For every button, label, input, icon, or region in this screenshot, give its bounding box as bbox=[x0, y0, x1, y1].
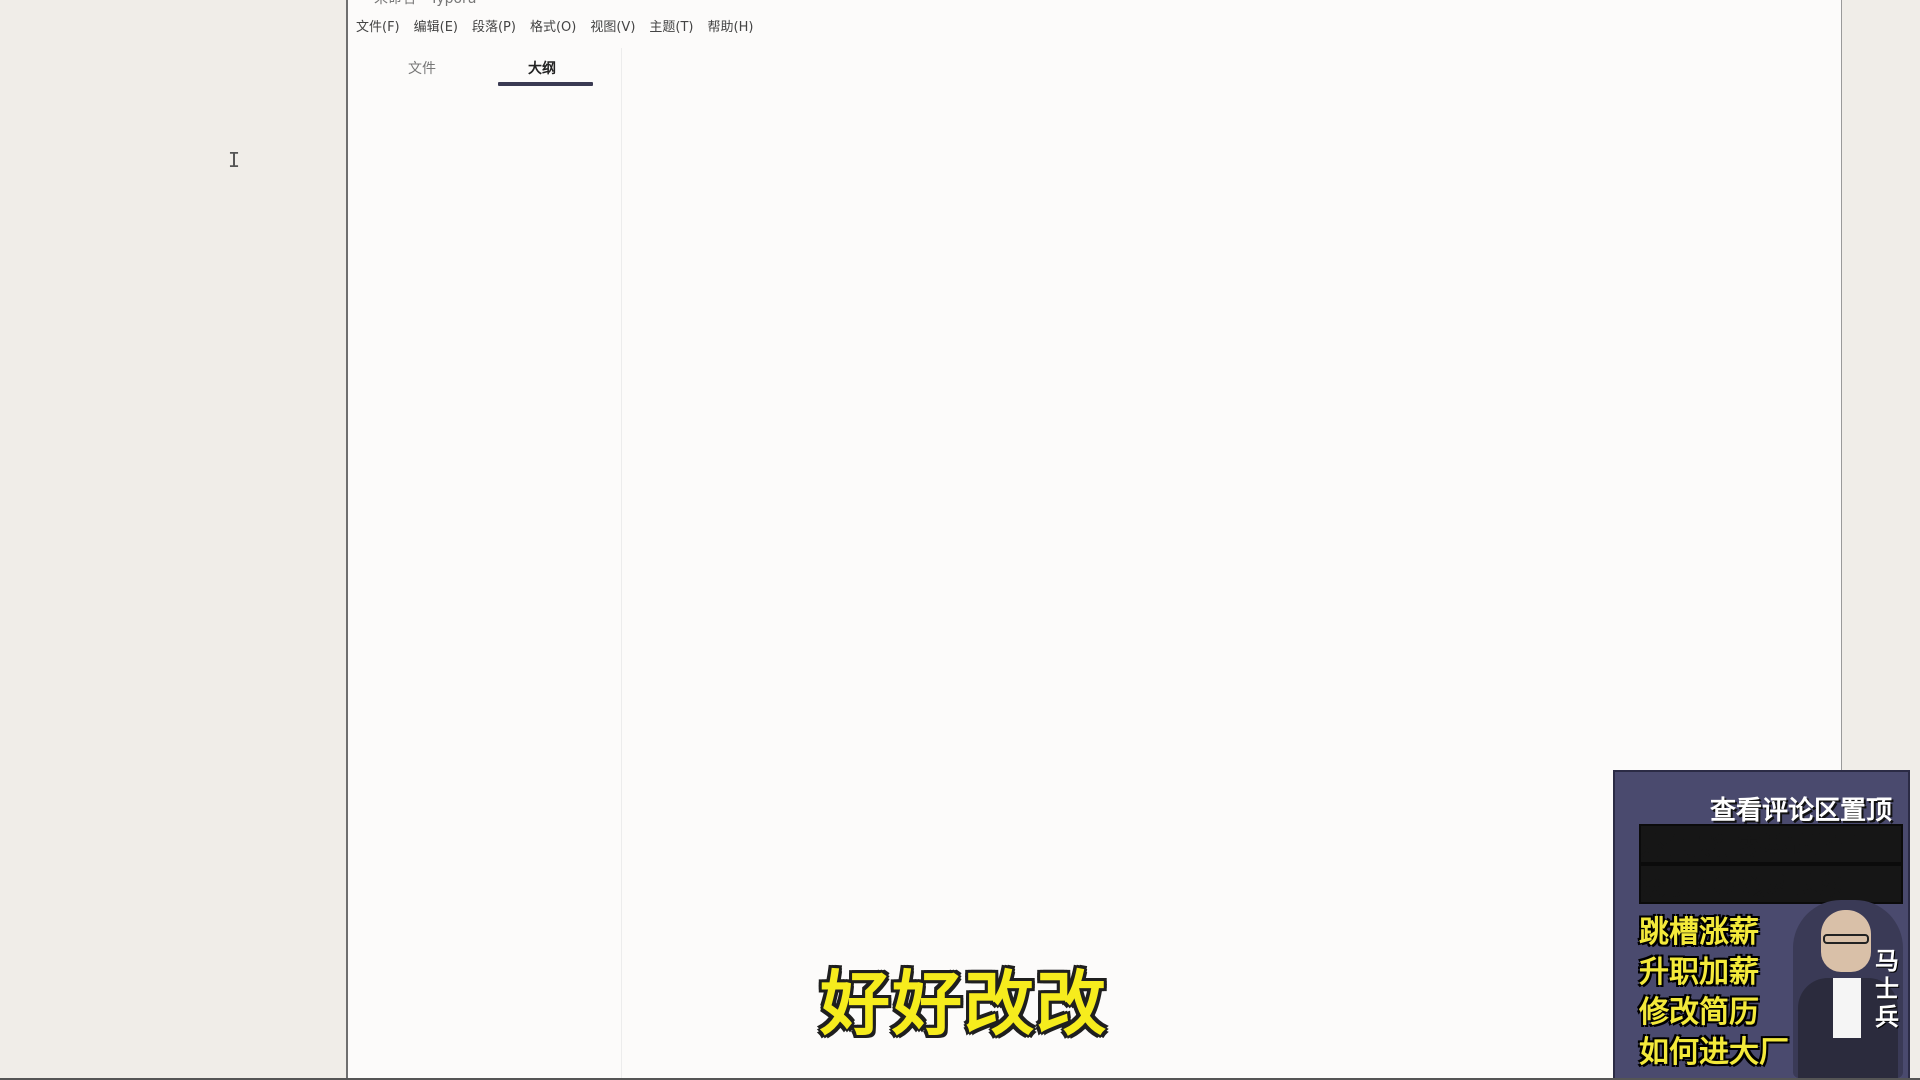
title-bar: 未命名 - Typora □ × bbox=[348, 0, 1841, 7]
menu-view[interactable]: 视图(V) bbox=[590, 16, 635, 38]
menu-help[interactable]: 帮助(H) bbox=[708, 16, 754, 38]
promo-line: 修改简历 bbox=[1639, 995, 1759, 1030]
active-tab-indicator bbox=[498, 82, 593, 86]
menu-file[interactable]: 文件(F) bbox=[356, 16, 400, 38]
avatar-glasses bbox=[1823, 934, 1869, 944]
tab-files[interactable]: 文件 bbox=[408, 58, 436, 78]
promo-overlay: 查看评论区置顶 外包转行零基础学习 获取MCA课程大纲 跳槽涨薪 升职加薪 修改… bbox=[1613, 770, 1910, 1080]
promo-line: 如何进大厂 bbox=[1639, 1035, 1789, 1070]
promo-top-text: 查看评论区置顶 bbox=[1709, 796, 1892, 826]
text-cursor-icon: I bbox=[228, 148, 241, 172]
sidebar: 文件 大纲 bbox=[348, 48, 622, 1080]
promo-line: 升职加薪 bbox=[1639, 955, 1759, 990]
menu-format[interactable]: 格式(O) bbox=[530, 16, 576, 38]
video-subtitle: 好好改改 bbox=[820, 963, 1108, 1045]
menu-paragraph[interactable]: 段落(P) bbox=[472, 16, 516, 38]
promo-name: 马士兵 bbox=[1875, 947, 1899, 1031]
menu-bar: 文件(F) 编辑(E) 段落(P) 格式(O) 视图(V) 主题(T) 帮助(H… bbox=[356, 16, 767, 38]
maximize-icon[interactable]: □ bbox=[1759, 0, 1771, 1]
tab-outline[interactable]: 大纲 bbox=[528, 58, 556, 78]
promo-banner: 外包转行零基础学习 bbox=[1639, 824, 1903, 864]
promo-line: 跳槽涨薪 bbox=[1639, 915, 1759, 950]
menu-edit[interactable]: 编辑(E) bbox=[414, 16, 458, 38]
avatar-shirt bbox=[1833, 978, 1861, 1038]
promo-banner: 获取MCA课程大纲 bbox=[1639, 864, 1903, 904]
window-title: 未命名 - Typora bbox=[374, 0, 476, 8]
close-icon[interactable]: × bbox=[1812, 0, 1823, 1]
menu-theme[interactable]: 主题(T) bbox=[649, 16, 693, 38]
